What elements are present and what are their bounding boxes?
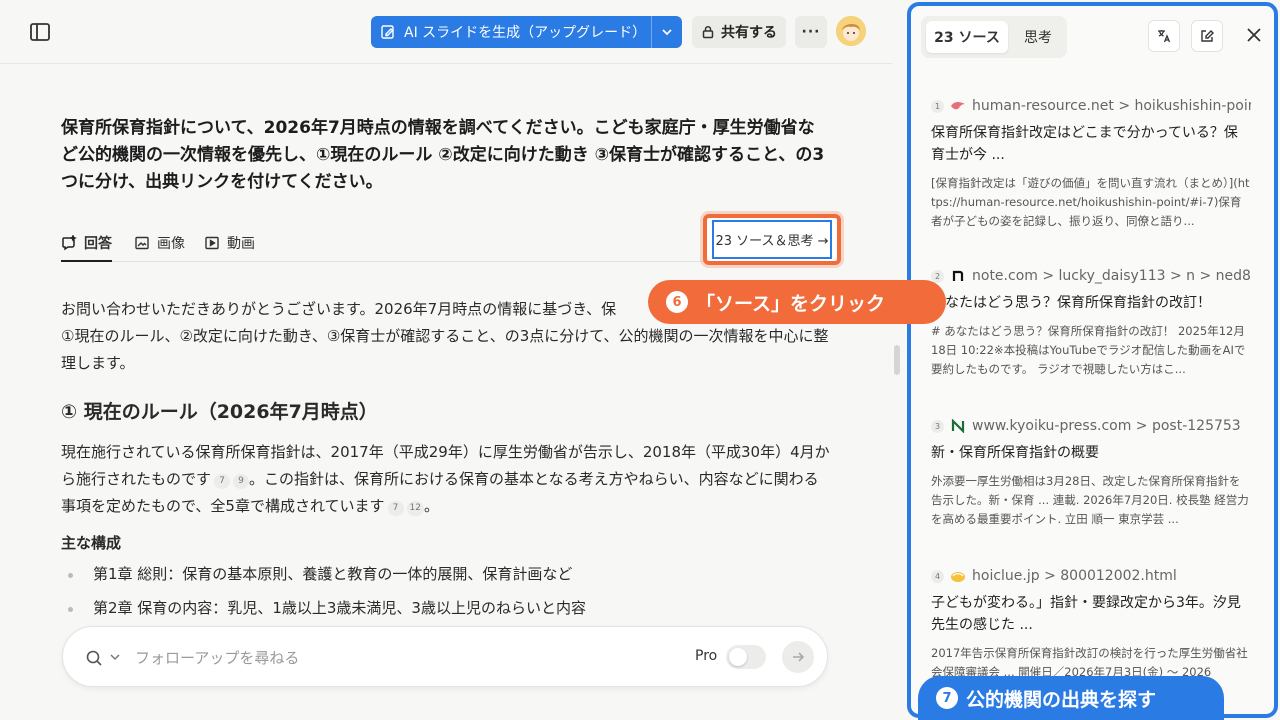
source-item[interactable]: 3 www.kyoiku-press.com > post-125753 新・保… xyxy=(931,418,1251,529)
sources-thinking-label: 23 ソース＆思考 → xyxy=(712,220,832,259)
source-head: 2 note.com > lucky_daisy113 > n > ned84… xyxy=(931,268,1251,284)
paragraph-text: 。 xyxy=(423,497,439,515)
intro-text: お問い合わせいただきありがとうございます。2026年7月時点の情報に基づき、保 xyxy=(61,300,617,318)
source-title[interactable]: 子どもが変わる。」指針・要録改定から3年。汐見先生の感じた ... xyxy=(931,592,1251,636)
answer-paragraph: 現在施行されている保育所保育指針は、2017年（平成29年）に厚生労働省が告示し… xyxy=(61,439,831,520)
source-head: 1 human-resource.net > hoikushishin-poin… xyxy=(931,98,1251,114)
source-item[interactable]: 1 human-resource.net > hoikushishin-poin… xyxy=(931,98,1251,231)
source-domain[interactable]: www.kyoiku-press.com > post-125753 xyxy=(972,418,1241,434)
tab-images-label: 画像 xyxy=(157,236,185,252)
pro-label: Pro xyxy=(695,648,718,664)
tab-videos[interactable]: 動画 xyxy=(204,226,255,260)
citation-badge[interactable]: 9 xyxy=(233,474,250,489)
callout-text: 「ソース」をクリック xyxy=(696,292,886,315)
list-item: 第1章 総則：保育の基本原則、養護と教育の一体的展開、保育計画など xyxy=(61,561,831,588)
source-head: 4 hoiclue.jp > 800012002.html xyxy=(931,568,1251,584)
generate-slides-label: AI スライドを生成（アップグレード） xyxy=(404,25,647,41)
tab-answer[interactable]: 回答 xyxy=(61,226,112,262)
avatar-image xyxy=(836,16,866,46)
tab-thinking[interactable]: 思考 xyxy=(1013,21,1063,53)
share-label: 共有する xyxy=(721,25,777,41)
callout-step-7: 7 公的機関の出典を探す xyxy=(918,676,1224,720)
list-item: 第2章 保育の内容：乳児、1歳以上3歳未満児、3歳以上児のねらいと内容 xyxy=(61,595,831,622)
tab-sources[interactable]: 23 ソース xyxy=(926,21,1008,53)
step-badge: 7 xyxy=(936,687,958,709)
edit-button[interactable] xyxy=(1191,20,1223,52)
translate-icon xyxy=(1158,30,1171,43)
subheading: 主な構成 xyxy=(61,534,122,552)
answer-body: お問い合わせいただきありがとうございます。2026年7月時点の情報に基づき、保 ①… xyxy=(61,296,831,629)
more-options-button[interactable]: ··· xyxy=(795,16,827,48)
citation-badge[interactable]: 12 xyxy=(406,501,424,516)
source-number: 1 xyxy=(931,99,944,113)
bird-icon xyxy=(950,99,966,113)
followup-box: フォローアップを尋ねる Pro xyxy=(62,626,828,687)
scrollbar-handle[interactable] xyxy=(894,345,900,375)
source-domain[interactable]: human-resource.net > hoikushishin-point xyxy=(972,98,1251,114)
source-domain[interactable]: note.com > lucky_daisy113 > n > ned84… xyxy=(972,268,1251,284)
video-icon xyxy=(205,236,219,250)
source-title[interactable]: 保育所保育指針改定はどこまで分かっている？保育士が今 ... xyxy=(931,122,1251,166)
generate-slides-button[interactable]: AI スライドを生成（アップグレード） xyxy=(371,16,682,48)
tab-videos-label: 動画 xyxy=(227,236,255,252)
citation-badge[interactable]: 7 xyxy=(214,474,231,489)
pro-toggle[interactable] xyxy=(726,645,766,669)
panel-tabs: 23 ソース 思考 xyxy=(921,16,1067,58)
structure-list: 第1章 総則：保育の基本原則、養護と教育の一体的展開、保育計画など 第2章 保育… xyxy=(61,561,831,622)
source-domain[interactable]: hoiclue.jp > 800012002.html xyxy=(972,568,1177,584)
sources-panel: 23 ソース 思考 1 human-resource.net > hoikush… xyxy=(907,2,1278,718)
source-number: 4 xyxy=(931,569,944,583)
callout-step-6: 6 「ソース」をクリック xyxy=(648,280,946,324)
intro-text-2: ①現在のルール、②改定に向けた動き、③保育士が確認すること、の3点に分けて、公的… xyxy=(61,327,829,372)
arrow-right-icon xyxy=(793,652,805,662)
source-number: 3 xyxy=(931,419,944,433)
top-bar: AI スライドを生成（アップグレード） 共有する ··· xyxy=(0,0,892,64)
close-icon[interactable] xyxy=(1245,26,1263,44)
answer-icon xyxy=(62,235,77,251)
translate-button[interactable] xyxy=(1148,20,1180,52)
submit-button[interactable] xyxy=(782,641,814,673)
source-head: 3 www.kyoiku-press.com > post-125753 xyxy=(931,418,1251,434)
note-icon xyxy=(950,269,966,283)
image-icon xyxy=(135,236,149,250)
tab-answer-label: 回答 xyxy=(84,236,112,252)
share-button[interactable]: 共有する xyxy=(692,16,786,48)
more-icon: ··· xyxy=(801,24,821,40)
kyoiku-icon xyxy=(950,419,966,433)
step-badge: 6 xyxy=(666,291,688,313)
chevron-down-icon[interactable] xyxy=(109,651,121,663)
avatar[interactable] xyxy=(836,16,866,46)
source-number: 2 xyxy=(931,269,944,283)
edit-document-icon xyxy=(381,25,394,39)
source-title[interactable]: あなたはどう思う？保育所保育指針の改訂！ xyxy=(931,292,1251,314)
chevron-down-icon[interactable] xyxy=(652,26,682,38)
citation-badge[interactable]: 7 xyxy=(387,501,404,516)
callout-text: 公的機関の出典を探す xyxy=(966,688,1157,711)
source-snippet: [保育指針改定は「遊びの価値」を問い直す流れ（まとめ）](https://hum… xyxy=(931,176,1250,228)
source-title[interactable]: 新・保育所保育指針の概要 xyxy=(931,442,1251,464)
search-icon[interactable] xyxy=(85,649,103,667)
tab-images[interactable]: 画像 xyxy=(134,226,185,260)
section-heading: ① 現在のルール（2026年7月時点） xyxy=(61,401,378,423)
edit-icon xyxy=(1201,30,1214,42)
source-snippet: # あなたはどう思う？保育所保育指針の改訂！ 2025年12月18日 10:22… xyxy=(931,324,1246,376)
sidebar-toggle-icon[interactable] xyxy=(28,20,52,44)
sources-thinking-button[interactable]: 23 ソース＆思考 → xyxy=(703,214,841,265)
source-item[interactable]: 2 note.com > lucky_daisy113 > n > ned84…… xyxy=(931,268,1251,379)
followup-input[interactable]: フォローアップを尋ねる xyxy=(135,647,299,668)
source-snippet: 外添要一厚生労働相は3月28日、改定した保育所保育指針を告示した。新・保育 ..… xyxy=(931,474,1249,526)
lock-icon xyxy=(702,25,714,39)
user-query: 保育所保育指針について、2026年7月時点の情報を調べてください。こども家庭庁・… xyxy=(61,118,825,192)
hoiclue-icon xyxy=(950,569,966,583)
